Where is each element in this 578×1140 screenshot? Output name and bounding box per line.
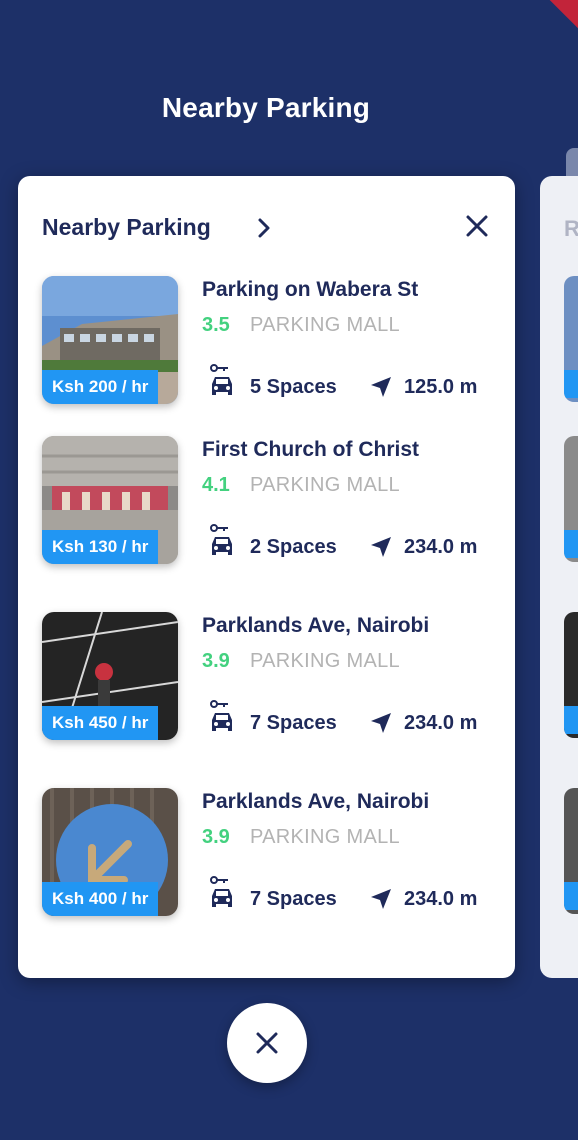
- close-icon[interactable]: [463, 212, 491, 240]
- nearby-parking-card: Nearby Parking Ksh 200 / hr Parking on W…: [18, 176, 515, 978]
- corner-accent: [549, 0, 578, 29]
- parking-name: Parklands Ave, Nairobi: [202, 790, 430, 813]
- parking-rating: 3.9: [202, 826, 230, 848]
- parking-list-item[interactable]: Ksh 450 / hr Parklands Ave, Nairobi 3.9 …: [42, 612, 502, 744]
- next-card-thumb: [564, 612, 578, 738]
- parking-spaces: 7 Spaces: [250, 712, 337, 734]
- parking-category: PARKING MALL: [250, 826, 400, 848]
- next-card-thumb: [564, 276, 578, 402]
- next-card-thumb: [564, 788, 578, 914]
- next-card-peek[interactable]: R: [540, 176, 578, 978]
- price-badge: Ksh 450 / hr: [42, 706, 159, 740]
- close-icon: [256, 1032, 278, 1054]
- navigation-arrow-icon: [370, 712, 392, 734]
- parking-rating: 4.1: [202, 474, 230, 496]
- next-card-thumb: [564, 436, 578, 562]
- parking-spaces: 7 Spaces: [250, 888, 337, 910]
- navigation-arrow-icon: [370, 536, 392, 558]
- parking-list-item[interactable]: Ksh 400 / hr Parklands Ave, Nairobi 3.9 …: [42, 788, 502, 920]
- car-key-icon: [208, 700, 236, 736]
- parking-rating: 3.9: [202, 650, 230, 672]
- parking-list-item[interactable]: Ksh 200 / hr Parking on Wabera St 3.5 PA…: [42, 276, 502, 408]
- price-badge: Ksh 400 / hr: [42, 882, 159, 916]
- navigation-arrow-icon: [370, 888, 392, 910]
- parking-thumbnail: Ksh 450 / hr: [42, 612, 178, 740]
- price-badge: Ksh 130 / hr: [42, 530, 159, 564]
- car-key-icon: [208, 876, 236, 912]
- car-key-icon: [208, 524, 236, 560]
- close-button[interactable]: [227, 1003, 307, 1083]
- parking-thumbnail: Ksh 200 / hr: [42, 276, 178, 404]
- parking-rating: 3.5: [202, 314, 230, 336]
- card-header: Nearby Parking: [42, 208, 491, 248]
- parking-thumbnail: Ksh 130 / hr: [42, 436, 178, 564]
- parking-category: PARKING MALL: [250, 314, 400, 336]
- parking-thumbnail: Ksh 400 / hr: [42, 788, 178, 916]
- parking-category: PARKING MALL: [250, 474, 400, 496]
- car-key-icon: [208, 364, 236, 400]
- parking-list-item[interactable]: Ksh 130 / hr First Church of Christ 4.1 …: [42, 436, 502, 568]
- parking-category: PARKING MALL: [250, 650, 400, 672]
- parking-distance: 234.0 m: [404, 712, 478, 734]
- parking-name: Parking on Wabera St: [202, 278, 419, 301]
- parking-distance: 234.0 m: [404, 888, 478, 910]
- price-badge: Ksh 200 / hr: [42, 370, 159, 404]
- chevron-right-icon[interactable]: [250, 214, 278, 242]
- parking-name: First Church of Christ: [202, 438, 420, 461]
- next-card-title: R: [564, 216, 578, 241]
- parking-spaces: 5 Spaces: [250, 376, 337, 398]
- parking-spaces: 2 Spaces: [250, 536, 337, 558]
- card-title: Nearby Parking: [42, 214, 211, 240]
- navigation-arrow-icon: [370, 376, 392, 398]
- parking-name: Parklands Ave, Nairobi: [202, 614, 430, 637]
- parking-distance: 125.0 m: [404, 376, 478, 398]
- page-title: Nearby Parking: [161, 92, 371, 123]
- parking-distance: 234.0 m: [404, 536, 478, 558]
